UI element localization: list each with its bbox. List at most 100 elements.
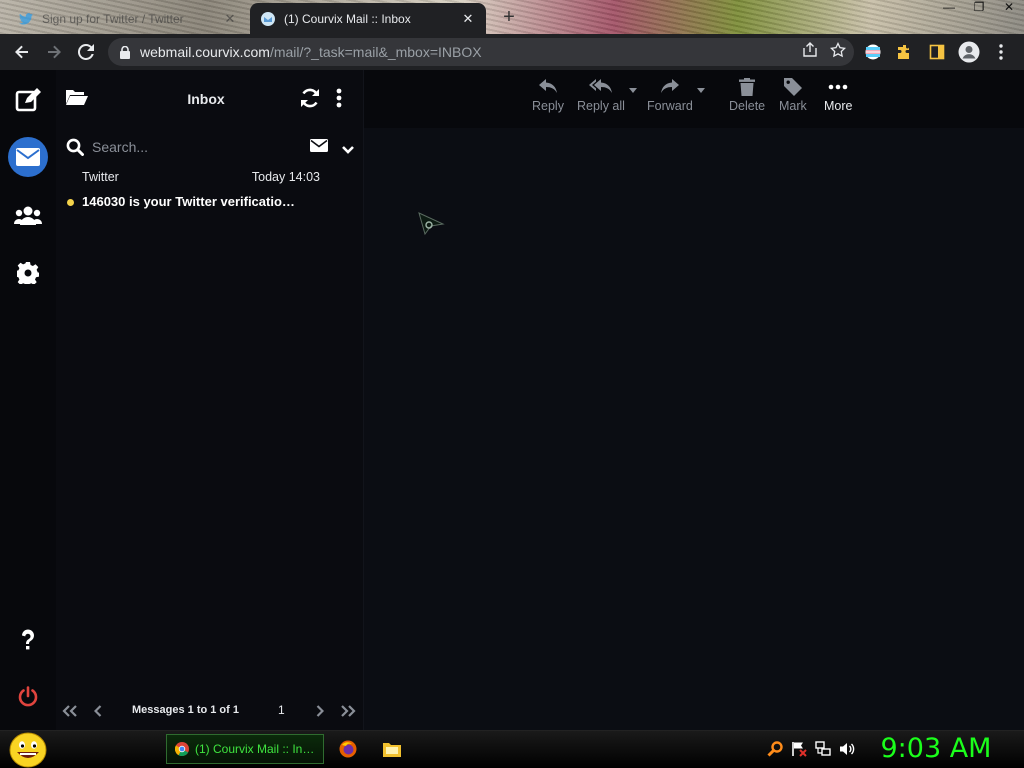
close-window-button[interactable]: ✕ bbox=[994, 0, 1024, 18]
help-button[interactable] bbox=[8, 620, 48, 660]
unread-indicator bbox=[67, 199, 74, 206]
mail-nav-button[interactable] bbox=[8, 137, 48, 177]
message-subject: 146030 is your Twitter verification code bbox=[82, 194, 296, 209]
reply-label: Reply bbox=[532, 99, 564, 113]
folder-title: Inbox bbox=[187, 91, 225, 107]
back-button[interactable] bbox=[6, 36, 38, 68]
ellipsis-icon bbox=[828, 84, 848, 90]
profile-flag-icon[interactable] bbox=[862, 41, 884, 63]
firefox-icon[interactable] bbox=[338, 739, 358, 759]
first-page-icon[interactable] bbox=[60, 702, 80, 720]
minimize-button[interactable]: — bbox=[934, 0, 964, 18]
mark-button[interactable]: Mark bbox=[779, 78, 807, 122]
reply-icon bbox=[538, 79, 557, 93]
next-page-icon[interactable] bbox=[310, 702, 330, 720]
compose-button[interactable] bbox=[8, 80, 48, 120]
list-options-icon[interactable] bbox=[336, 88, 342, 113]
message-list-panel: Inbox Twitter Today 14:03 14603 bbox=[56, 70, 364, 730]
arrow-right-icon bbox=[48, 45, 61, 59]
os-taskbar: (1) Courvix Mail :: Inb... 9:03 AM bbox=[0, 730, 1024, 768]
message-row[interactable]: Twitter Today 14:03 146030 is your Twitt… bbox=[56, 166, 364, 218]
reload-icon bbox=[78, 44, 94, 60]
envelope-icon bbox=[16, 148, 40, 166]
share-icon[interactable] bbox=[802, 41, 818, 63]
url-host: webmail.courvix.com bbox=[140, 44, 270, 60]
browser-menu-icon[interactable] bbox=[990, 41, 1012, 63]
system-clock[interactable]: 9:03 AM bbox=[876, 733, 996, 764]
tab-close-button[interactable]: ✕ bbox=[222, 11, 238, 27]
message-list-header: Inbox bbox=[56, 70, 364, 128]
search-options-chevron-icon[interactable] bbox=[342, 141, 354, 159]
url-text: webmail.courvix.com/mail/?_task=mail&_mb… bbox=[140, 44, 482, 60]
taskbar-item-browser[interactable]: (1) Courvix Mail :: Inb... bbox=[166, 734, 324, 764]
url-path: /mail/?_task=mail&_mbox=INBOX bbox=[269, 44, 482, 60]
network-icon[interactable] bbox=[814, 740, 832, 758]
bookmark-star-icon[interactable] bbox=[829, 41, 847, 63]
search-icon bbox=[66, 138, 84, 156]
reply-button[interactable]: Reply bbox=[532, 78, 564, 122]
last-page-icon[interactable] bbox=[338, 702, 358, 720]
tab-title: Sign up for Twitter / Twitter bbox=[42, 11, 184, 26]
envelope-filter-icon[interactable] bbox=[310, 139, 328, 157]
forward-icon bbox=[660, 79, 679, 93]
tab-twitter[interactable]: Sign up for Twitter / Twitter ✕ bbox=[8, 3, 248, 34]
logout-button[interactable] bbox=[8, 677, 48, 717]
profile-avatar-icon[interactable] bbox=[958, 41, 980, 63]
reload-button[interactable] bbox=[70, 36, 102, 68]
file-manager-icon[interactable] bbox=[382, 739, 402, 759]
tab-courvix-mail[interactable]: (1) Courvix Mail :: Inbox ✕ bbox=[250, 3, 486, 34]
system-tray bbox=[766, 740, 856, 758]
previous-page-icon[interactable] bbox=[88, 702, 108, 720]
extensions-puzzle-icon[interactable] bbox=[894, 41, 916, 63]
more-button[interactable]: More bbox=[824, 78, 852, 122]
start-button[interactable] bbox=[8, 732, 48, 768]
message-toolbar: Reply Reply all Forward Delete Mark More bbox=[364, 70, 1024, 128]
message-preview-area: Reply Reply all Forward Delete Mark More bbox=[364, 70, 1024, 730]
message-count: Messages 1 to 1 of 1 bbox=[132, 704, 239, 716]
main-nav-rail bbox=[0, 70, 56, 730]
mark-label: Mark bbox=[779, 99, 807, 113]
pagination-bar: Messages 1 to 1 of 1 1 bbox=[56, 696, 364, 726]
search-magnifier-icon[interactable] bbox=[766, 740, 784, 758]
browser-tab-strip: Sign up for Twitter / Twitter ✕ (1) Cour… bbox=[0, 0, 1024, 34]
settings-nav-button[interactable] bbox=[8, 253, 48, 293]
search-input[interactable] bbox=[92, 139, 302, 155]
taskbar-item-label: (1) Courvix Mail :: Inb... bbox=[195, 742, 315, 756]
delete-label: Delete bbox=[729, 99, 766, 113]
address-bar[interactable]: webmail.courvix.com/mail/?_task=mail&_mb… bbox=[108, 38, 854, 66]
mouse-cursor-icon bbox=[418, 212, 446, 241]
more-label: More bbox=[824, 99, 853, 113]
forward-button[interactable]: Forward bbox=[647, 78, 705, 122]
reply-all-button[interactable]: Reply all bbox=[577, 78, 637, 122]
users-icon bbox=[14, 206, 42, 225]
action-center-flag-icon[interactable] bbox=[790, 740, 808, 758]
maximize-button[interactable]: ❐ bbox=[964, 0, 994, 18]
smiley-start-icon bbox=[9, 732, 47, 768]
forward-dropdown-icon[interactable] bbox=[697, 88, 705, 93]
gear-icon bbox=[17, 262, 39, 284]
lock-icon bbox=[120, 45, 130, 59]
browser-toolbar: webmail.courvix.com/mail/?_task=mail&_mb… bbox=[0, 34, 1024, 70]
refresh-icon[interactable] bbox=[300, 88, 320, 113]
tag-icon bbox=[783, 78, 802, 96]
reply-all-dropdown-icon[interactable] bbox=[629, 88, 637, 93]
window-controls: — ❐ ✕ bbox=[934, 0, 1024, 18]
delete-button[interactable]: Delete bbox=[729, 78, 765, 122]
extensions-area bbox=[862, 34, 1012, 70]
compose-icon bbox=[15, 88, 41, 112]
volume-icon[interactable] bbox=[838, 740, 856, 758]
contacts-nav-button[interactable] bbox=[8, 195, 48, 235]
search-box bbox=[64, 134, 360, 160]
arrow-left-icon bbox=[15, 45, 28, 59]
new-tab-button[interactable]: + bbox=[498, 6, 520, 28]
webmail-app: Inbox Twitter Today 14:03 14603 bbox=[0, 70, 1024, 730]
forward-button[interactable] bbox=[38, 36, 70, 68]
tab-close-button[interactable]: ✕ bbox=[460, 11, 476, 27]
side-panel-icon[interactable] bbox=[926, 41, 948, 63]
twitter-icon bbox=[18, 11, 34, 27]
chrome-icon bbox=[175, 742, 189, 756]
reply-all-label: Reply all bbox=[577, 99, 625, 113]
page-number[interactable]: 1 bbox=[278, 703, 285, 717]
folder-open-icon[interactable] bbox=[66, 88, 88, 111]
trash-icon bbox=[739, 78, 756, 96]
